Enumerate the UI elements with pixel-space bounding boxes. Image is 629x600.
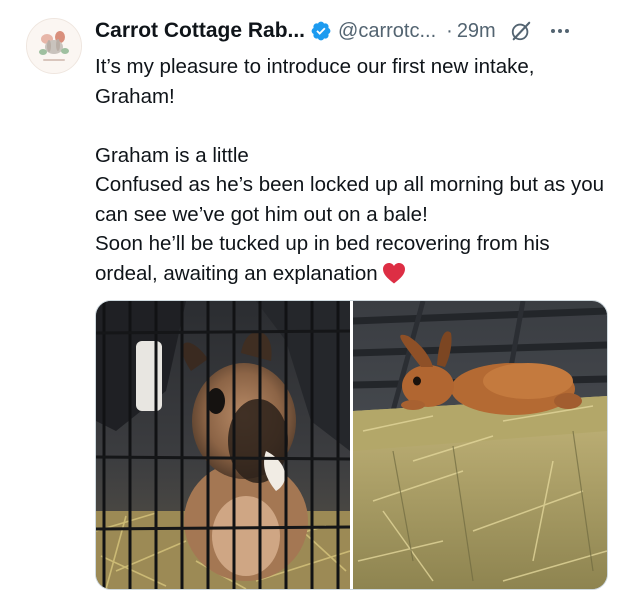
tweet-paragraph-blank xyxy=(95,111,610,141)
media-grid xyxy=(95,300,608,590)
rabbit-in-cage-photo[interactable] xyxy=(96,301,350,589)
timestamp[interactable]: 29m xyxy=(457,20,496,43)
tweet-text: It’s my pleasure to introduce our first … xyxy=(95,52,610,288)
avatar-logo-icon xyxy=(27,19,81,73)
tweet-paragraph: Confused as he’s been locked up all morn… xyxy=(95,173,605,226)
tweet-paragraph: Graham is a little xyxy=(95,143,249,167)
display-name[interactable]: Carrot Cottage Rab... xyxy=(95,19,305,43)
user-handle[interactable]: @carrotc... xyxy=(338,20,436,43)
grok-icon[interactable] xyxy=(510,20,532,42)
tweet-card[interactable]: Carrot Cottage Rab... @carrotc... · 29m xyxy=(0,0,629,600)
tweet-header: Carrot Cottage Rab... @carrotc... · 29m xyxy=(95,16,615,46)
tweet-paragraph: Soon he’ll be tucked up in bed recoverin… xyxy=(95,232,550,285)
header-separator: · xyxy=(446,19,453,42)
more-options-icon[interactable] xyxy=(548,19,572,43)
rabbit-on-hay-bale-photo[interactable] xyxy=(353,301,607,589)
profile-avatar[interactable] xyxy=(26,18,82,74)
verified-badge-icon[interactable] xyxy=(310,20,332,42)
red-heart-emoji-icon xyxy=(382,262,406,284)
tweet-paragraph: It’s my pleasure to introduce our first … xyxy=(95,55,535,108)
tweet-paragraph-last: Soon he’ll be tucked up in bed recoverin… xyxy=(95,229,610,288)
